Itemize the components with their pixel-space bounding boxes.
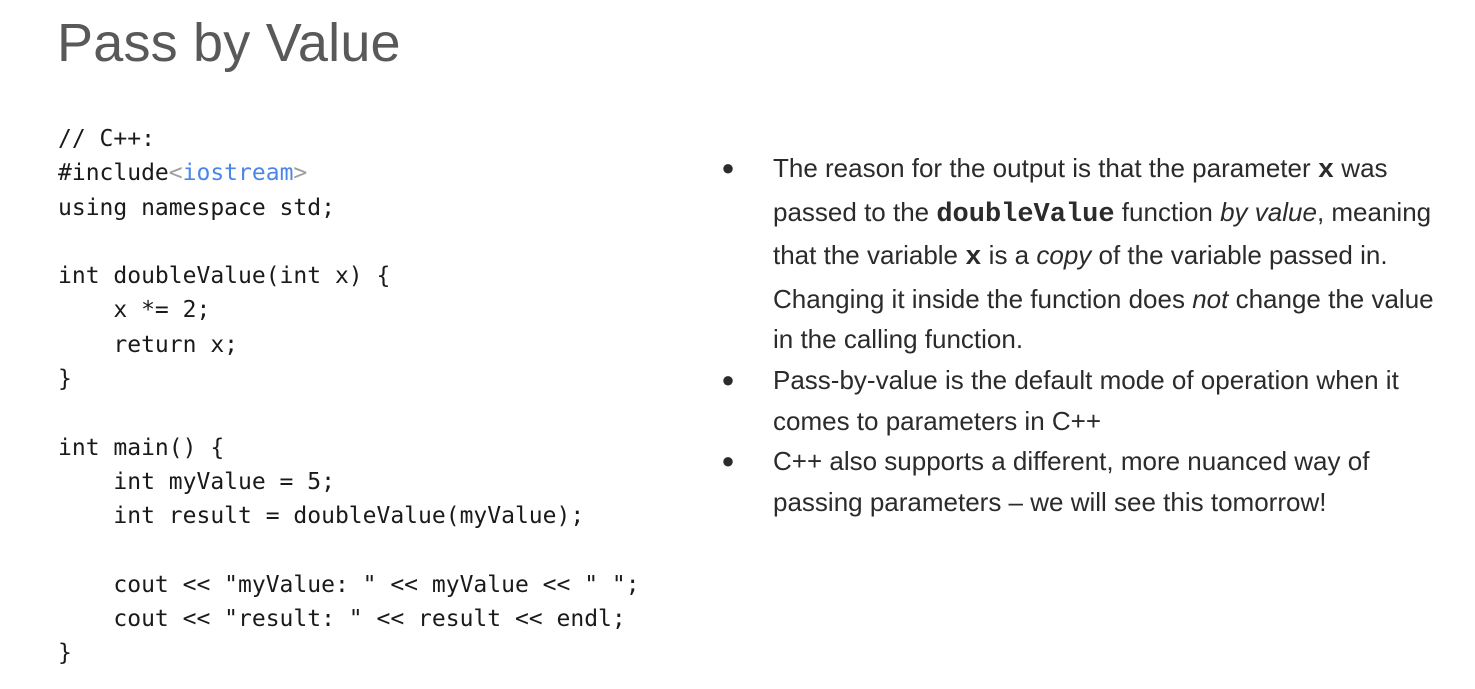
code-line-comment: // C++: — [58, 126, 155, 152]
emphasis-by-value: by value — [1220, 196, 1317, 227]
code-line-myvalue-decl: int myValue = 5; — [58, 468, 335, 495]
code-line-close-brace: } — [58, 640, 72, 667]
bullet-text: The reason for the output is that the pa… — [773, 153, 1318, 183]
code-include-directive: #include — [58, 160, 169, 187]
bullet-marker: ● — [721, 366, 735, 392]
code-term-x: x — [1317, 156, 1335, 186]
bullet-text: C++ also supports a different, more nuan… — [773, 446, 1370, 517]
code-include-header: iostream — [182, 160, 294, 187]
code-line-result-decl: int result = doubleValue(myValue); — [58, 503, 585, 530]
code-include-close-bracket: > — [293, 160, 308, 187]
slide-title: Pass by Value — [57, 13, 401, 73]
code-line-main-signature: int main() { — [58, 434, 225, 461]
code-line-cout-myvalue: cout << "myValue: " << myValue << " "; — [58, 571, 640, 598]
bullet-marker: ● — [721, 448, 735, 474]
bullet-item-default-mode: ● Pass-by-value is the default mode of op… — [718, 360, 1453, 441]
bullet-list: ● The reason for the output is that the p… — [718, 148, 1453, 522]
code-term-x: x — [965, 243, 982, 274]
bullet-text: function — [1114, 196, 1221, 227]
code-line-multiply: x *= 2; — [58, 297, 211, 324]
bullet-text: Pass-by-value is the default mode of ope… — [773, 364, 1399, 436]
code-line-function-signature: int doubleValue(int x) { — [58, 263, 391, 290]
code-line-close-brace: } — [58, 366, 72, 393]
code-line-cout-result: cout << "result: " << result << endl; — [58, 606, 626, 633]
bullet-item-other-modes: ● C++ also supports a different, more nua… — [718, 441, 1453, 522]
code-line-return: return x; — [58, 331, 239, 358]
code-line-include: #include<iostream> — [58, 156, 640, 190]
emphasis-not: not — [1192, 283, 1229, 314]
code-line-using: using namespace std; — [58, 194, 335, 221]
code-include-open-bracket: < — [168, 160, 183, 187]
bullet-marker: ● — [721, 155, 735, 180]
emphasis-copy: copy — [1036, 240, 1092, 271]
bullet-item-output-reason: ● The reason for the output is that the p… — [718, 148, 1453, 360]
slide: Pass by Value // C++: #include<iostream> u… — [0, 0, 1475, 689]
code-term-doublevalue: doubleValue — [936, 199, 1115, 230]
code-block: // C++: #include<iostream> using namespace… — [58, 122, 640, 671]
bullet-text: is a — [981, 240, 1037, 271]
